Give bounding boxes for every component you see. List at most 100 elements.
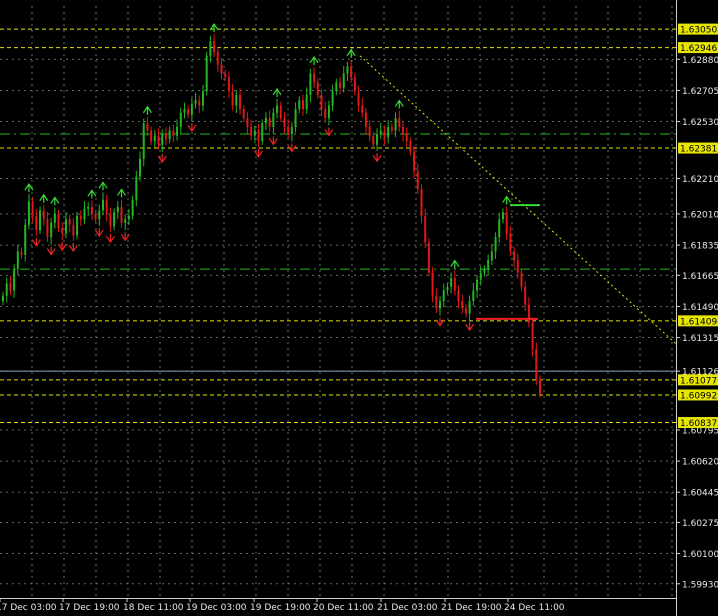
candle-body	[216, 52, 219, 65]
candle-body	[435, 295, 438, 309]
candle-body	[427, 242, 430, 273]
candle-body	[483, 269, 486, 273]
price-tick-label: 1.62705	[682, 87, 718, 97]
candle-body	[76, 215, 79, 236]
candle-body	[539, 379, 541, 394]
candle-body	[368, 126, 371, 136]
candle-body	[172, 130, 175, 136]
candle-body	[224, 73, 227, 78]
candle-body	[301, 100, 304, 110]
candle-body	[150, 130, 153, 142]
candle-body	[283, 118, 286, 127]
candle-body	[235, 94, 238, 106]
candle-body	[194, 100, 197, 104]
candle-body	[109, 214, 112, 227]
candle-body	[313, 73, 316, 83]
time-tick-label: 17 Dec 19:00	[59, 603, 120, 613]
candle-body	[379, 130, 382, 134]
candle-body	[20, 251, 23, 255]
price-tick-label: 1.62880	[682, 56, 718, 66]
candle-body	[264, 118, 267, 124]
candle-body	[164, 134, 167, 140]
candle-body	[261, 123, 264, 142]
candle-body	[364, 112, 367, 127]
candle-body	[253, 130, 256, 136]
candle-body	[520, 272, 523, 287]
time-tick-label: 20 Dec 11:00	[313, 603, 374, 613]
candle-body	[472, 290, 475, 302]
level-badge-label: 1.61077	[680, 376, 717, 386]
candle-body	[16, 251, 19, 270]
candle-body	[79, 215, 82, 220]
candle-body	[139, 158, 142, 177]
candle-body	[227, 77, 230, 92]
candle-body	[176, 126, 179, 136]
price-tick-label: 1.59930	[682, 580, 718, 590]
price-tick-label: 1.61315	[682, 334, 718, 344]
candle-body	[131, 199, 134, 216]
level-badge-label: 1.62381	[680, 145, 717, 155]
candle-body	[490, 251, 493, 261]
price-tick-label: 1.62010	[682, 211, 718, 221]
price-tick-label: 1.61490	[682, 303, 718, 313]
candle-body	[24, 224, 27, 255]
time-tick-label: 21 Dec 19:00	[441, 603, 502, 613]
candle-body	[183, 109, 186, 113]
candle-body	[116, 206, 119, 213]
candle-body	[324, 109, 327, 118]
candle-body	[479, 272, 482, 280]
price-tick-label: 1.61835	[682, 242, 718, 252]
price-tick-label: 1.60620	[682, 458, 718, 468]
candle-body	[250, 126, 253, 136]
candle-body	[142, 123, 145, 159]
candle-body	[146, 123, 149, 131]
candle-body	[387, 126, 390, 138]
candle-body	[201, 91, 204, 106]
time-tick-label: 17 Dec 03:00	[0, 603, 57, 613]
candle-body	[213, 41, 216, 53]
price-tick-label: 1.62210	[682, 175, 718, 185]
candle-body	[335, 82, 338, 92]
candle-body	[9, 283, 12, 291]
price-axis[interactable]: 1.62880 1.62705 1.62530 1.62210 1.62010 1.618…	[676, 0, 718, 616]
candle-body	[331, 91, 334, 106]
candle-body	[376, 134, 379, 145]
candle-body	[494, 237, 497, 252]
candle-body	[509, 233, 512, 252]
candle-body	[416, 171, 419, 190]
candle-body	[501, 212, 504, 220]
price-chart[interactable]: 1.62880 1.62705 1.62530 1.62210 1.62010 1.618…	[0, 0, 718, 616]
candle-body	[361, 105, 364, 113]
candle-body	[409, 141, 412, 152]
price-tick-label: 1.61665	[682, 272, 718, 282]
candle-body	[187, 109, 190, 115]
candle-body	[476, 279, 479, 291]
candle-body	[68, 219, 71, 225]
price-tick-label: 1.60445	[682, 489, 718, 499]
candle-body	[50, 222, 53, 238]
candle-body	[309, 73, 312, 95]
candle-body	[268, 118, 271, 127]
candle-body	[464, 308, 467, 314]
candle-body	[339, 82, 342, 88]
candle-body	[461, 301, 464, 309]
level-badge-label: 1.61409	[680, 317, 717, 327]
candle-body	[257, 130, 260, 142]
candle-body	[276, 105, 279, 113]
candle-body	[513, 251, 516, 261]
candle-body	[179, 112, 182, 127]
candle-body	[287, 126, 290, 134]
candle-body	[135, 176, 138, 200]
candle-body	[424, 215, 427, 243]
candle-body	[42, 210, 45, 220]
candle-body	[90, 206, 93, 214]
price-tick-label: 1.60100	[682, 550, 718, 560]
candle-body	[383, 130, 386, 138]
candle-body	[168, 130, 171, 140]
candle-body	[372, 135, 375, 145]
candle-body	[505, 212, 508, 234]
candle-body	[401, 126, 404, 134]
candle-body	[87, 206, 90, 209]
candle-body	[190, 103, 193, 115]
candle-body	[272, 112, 275, 127]
